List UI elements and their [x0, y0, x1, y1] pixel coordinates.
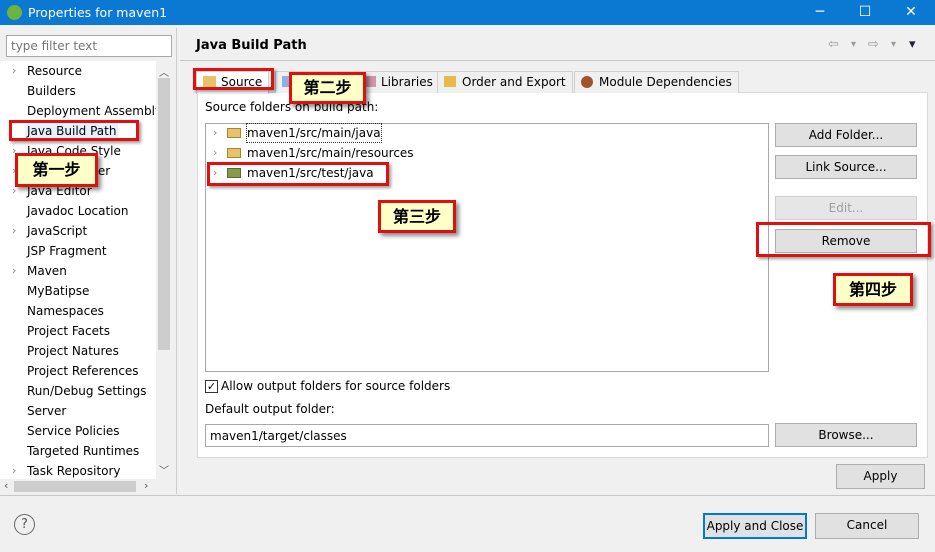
scrollbar-thumb[interactable] [14, 481, 136, 492]
back-icon[interactable]: ⇦ [828, 37, 839, 52]
close-button[interactable]: ✕ [888, 0, 934, 25]
scrollbar-thumb[interactable] [158, 78, 170, 350]
highlight-box [9, 120, 139, 141]
allow-output-folders-checkbox[interactable]: ✓ [205, 380, 218, 393]
sidebar-item[interactable]: JSP Fragment [27, 241, 107, 261]
divider [180, 60, 935, 61]
chevron-right-icon[interactable]: › [12, 61, 16, 81]
step-3-note: 第三步 [378, 200, 456, 233]
sidebar-item[interactable]: Deployment Assembly [27, 101, 156, 121]
tab-label: Module Dependencies [599, 75, 732, 89]
sidebar-item[interactable]: Javadoc Location [27, 201, 128, 221]
tab-label: Libraries [381, 75, 433, 89]
forward-icon[interactable]: ⇨ [868, 37, 879, 52]
folder-label: maven1/src/main/resources [247, 146, 414, 160]
browse-button[interactable]: Browse... [775, 423, 917, 447]
tab-label: Order and Export [462, 75, 566, 89]
window-title: Properties for maven1 [28, 5, 168, 20]
sidebar-item-label: Targeted Runtimes [27, 444, 140, 458]
back-menu-icon[interactable]: ▾ [851, 39, 856, 50]
tab-order-and-export[interactable]: Order and Export [437, 71, 573, 93]
sidebar-item-label: JavaScript [27, 224, 88, 238]
minimize-button[interactable]: ─ [797, 0, 843, 25]
sidebar-item[interactable]: › Task Repository [12, 461, 121, 479]
sidebar-item-label: Project Natures [27, 344, 119, 358]
step-4-note: 第四步 [833, 273, 913, 306]
folder-label: maven1/src/main/java [246, 123, 382, 143]
edit-button[interactable]: Edit... [775, 196, 917, 220]
sidebar-item-label: Task Repository [27, 464, 121, 478]
cancel-button[interactable]: Cancel [815, 513, 919, 539]
view-menu-icon[interactable]: ▾ [909, 37, 916, 52]
step-2-note: 第二步 [289, 72, 366, 104]
sidebar-item-label: Server [27, 404, 67, 418]
chevron-right-icon[interactable]: › [213, 124, 217, 142]
sidebar-item[interactable]: Builders [27, 81, 76, 101]
sidebar-item[interactable]: › Resource [12, 61, 83, 81]
chevron-right-icon[interactable]: › [213, 144, 217, 162]
sidebar-item[interactable]: › Maven [12, 261, 67, 281]
default-output-folder-label: Default output folder: [205, 402, 335, 416]
sidebar-item[interactable]: › JavaScript [12, 221, 88, 241]
page-title: Java Build Path [196, 38, 307, 53]
allow-output-folders-label: Allow output folders for source folders [221, 379, 451, 393]
source-folder-icon [227, 148, 241, 158]
sidebar-item-label: Resource [27, 64, 83, 78]
scroll-up-icon[interactable]: ︿ [159, 64, 169, 79]
maximize-button[interactable]: ☐ [842, 0, 888, 25]
sidebar-item-label: JSP Fragment [27, 244, 107, 258]
sidebar-item-label: Service Policies [27, 424, 120, 438]
sidebar-item-label: Maven [27, 264, 67, 278]
sidebar-item-label: Project References [27, 364, 139, 378]
module-icon [581, 76, 593, 88]
order-export-icon [444, 76, 456, 87]
sidebar-item[interactable]: Project References [27, 361, 139, 381]
sidebar-item-label: Run/Debug Settings [27, 384, 147, 398]
sidebar-item[interactable]: Run/Debug Settings [27, 381, 147, 401]
divider [0, 495, 935, 496]
scroll-down-icon[interactable]: ﹀ [159, 462, 169, 477]
default-output-folder-input[interactable] [205, 424, 769, 447]
scroll-left-icon[interactable]: ‹ [4, 479, 8, 492]
chevron-right-icon[interactable]: › [12, 461, 16, 479]
sidebar-item-label: Builders [27, 84, 76, 98]
forward-menu-icon[interactable]: ▾ [891, 39, 896, 50]
sidebar-item[interactable]: Namespaces [27, 301, 104, 321]
tab-libraries[interactable]: Libraries [356, 71, 440, 93]
sidebar-item-label: Javadoc Location [27, 204, 129, 218]
sidebar-item-label: Namespaces [27, 304, 104, 318]
sidebar-item[interactable]: Server [27, 401, 66, 421]
highlight-box [193, 68, 274, 90]
title-bar: Properties for maven1 ─ ☐ ✕ [0, 0, 935, 25]
divider [176, 28, 177, 494]
chevron-right-icon[interactable]: › [12, 221, 16, 241]
sidebar-item[interactable]: Service Policies [27, 421, 120, 441]
highlight-box [207, 162, 389, 186]
scroll-right-icon[interactable]: › [144, 479, 148, 492]
sidebar-item[interactable]: Targeted Runtimes [27, 441, 139, 461]
apply-button[interactable]: Apply [836, 464, 925, 489]
source-folder-icon [227, 128, 241, 138]
help-icon[interactable]: ? [14, 514, 35, 535]
highlight-box [756, 222, 931, 257]
chevron-right-icon[interactable]: › [12, 261, 16, 281]
add-folder-button[interactable]: Add Folder... [775, 123, 917, 147]
filter-input[interactable] [6, 35, 172, 57]
tab-module-dependencies[interactable]: Module Dependencies [574, 71, 739, 93]
sidebar-item-label: Project Facets [27, 324, 110, 338]
app-logo-icon [7, 5, 22, 20]
link-source-button[interactable]: Link Source... [775, 155, 917, 179]
apply-and-close-button[interactable]: Apply and Close [703, 513, 807, 539]
sidebar-item-label: MyBatipse [27, 284, 90, 298]
sidebar-item[interactable]: Project Natures [27, 341, 119, 361]
sidebar-item[interactable]: Project Facets [27, 321, 110, 341]
step-1-note: 第一步 [15, 153, 98, 187]
sidebar-item[interactable]: MyBatipse [27, 281, 89, 301]
sidebar-item-label: Deployment Assembly [27, 104, 156, 118]
